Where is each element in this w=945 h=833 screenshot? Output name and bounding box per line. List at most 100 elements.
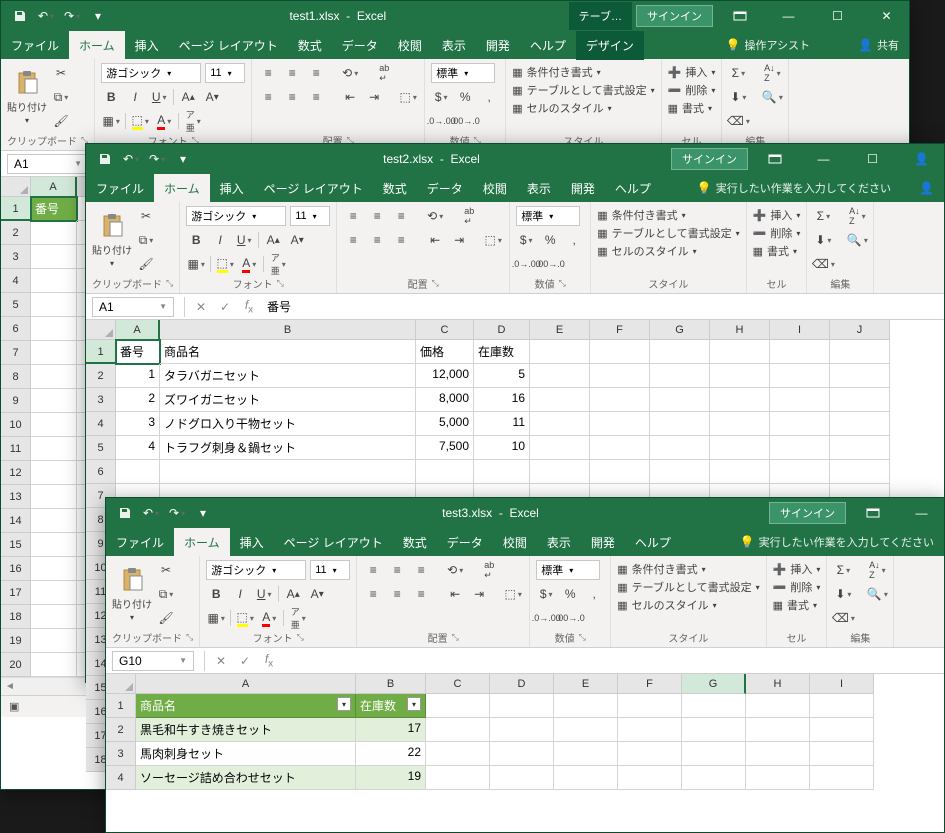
delete-cells-button[interactable]: ➖削除▾ — [753, 224, 801, 242]
header-cell[interactable]: 番号 — [116, 340, 160, 364]
row-header[interactable]: 14 — [1, 509, 31, 533]
col-header[interactable]: B — [160, 320, 416, 340]
cell[interactable] — [618, 718, 682, 742]
row-header[interactable]: 3 — [86, 388, 116, 412]
cell[interactable] — [710, 436, 770, 460]
save-icon[interactable] — [11, 7, 29, 25]
cell[interactable] — [830, 388, 890, 412]
cell[interactable] — [710, 412, 770, 436]
cell[interactable]: ソーセージ詰め合わせセット — [136, 766, 356, 790]
cell[interactable]: 1 — [116, 364, 160, 388]
tab-data[interactable]: データ — [332, 31, 388, 60]
row-header[interactable]: 10 — [1, 413, 31, 437]
increase-decimal-icon[interactable]: .0→.00 — [431, 111, 451, 131]
row-header[interactable]: 16 — [1, 557, 31, 581]
tab-formulas[interactable]: 数式 — [288, 31, 332, 60]
cell[interactable]: トラフグ刺身＆鍋セット — [160, 436, 416, 460]
cell[interactable]: 5,000 — [416, 412, 474, 436]
undo-icon[interactable]: ↶ — [142, 504, 160, 522]
col-header[interactable]: F — [590, 320, 650, 340]
row-header[interactable]: 15 — [1, 533, 31, 557]
font-color-icon[interactable]: A — [259, 608, 279, 628]
cell[interactable] — [710, 364, 770, 388]
cell[interactable] — [416, 460, 474, 484]
cell[interactable]: 3 — [116, 412, 160, 436]
currency-icon[interactable]: $ — [431, 87, 451, 107]
enter-formula-icon[interactable]: ✓ — [213, 300, 237, 314]
row-header[interactable]: 11 — [1, 437, 31, 461]
align-left-icon[interactable]: ≡ — [363, 584, 383, 604]
ribbon-options-icon[interactable] — [850, 498, 895, 528]
col-header[interactable]: B — [356, 674, 426, 694]
cell[interactable] — [490, 718, 554, 742]
col-header[interactable]: D — [490, 674, 554, 694]
cell[interactable]: 10 — [474, 436, 530, 460]
col-header[interactable]: A — [31, 177, 77, 197]
qat-customize-icon[interactable]: ▾ — [194, 504, 212, 522]
undo-icon[interactable]: ↶ — [37, 7, 55, 25]
cell[interactable] — [770, 412, 830, 436]
cell[interactable] — [116, 460, 160, 484]
format-cells-button[interactable]: ▦書式▾ — [668, 99, 716, 117]
grow-font-icon[interactable]: A▴ — [178, 87, 198, 107]
dialog-launcher-icon[interactable]: ⤡ — [452, 632, 459, 643]
align-center-icon[interactable]: ≡ — [282, 87, 302, 107]
row-header[interactable]: 17 — [1, 581, 31, 605]
row-header[interactable]: 9 — [1, 389, 31, 413]
cell[interactable] — [810, 766, 874, 790]
fill-color-icon[interactable]: ⬚ — [235, 608, 255, 628]
col-header[interactable]: A — [136, 674, 356, 694]
border-icon[interactable]: ▦ — [186, 254, 206, 274]
close-button[interactable]: 👤 — [899, 144, 944, 174]
tab-developer[interactable]: 開発 — [561, 174, 605, 203]
cell[interactable] — [746, 742, 810, 766]
number-format-select[interactable]: 標準 ▾ — [536, 560, 600, 580]
sort-filter-icon[interactable]: A↓Z — [867, 560, 887, 580]
tab-help[interactable]: ヘルプ — [625, 528, 681, 557]
font-name-select[interactable]: 游ゴシック ▾ — [101, 63, 201, 83]
tab-formulas[interactable]: 数式 — [373, 174, 417, 203]
row-header[interactable]: 2 — [106, 718, 136, 742]
cell[interactable] — [530, 412, 590, 436]
font-name-select[interactable]: 游ゴシック ▾ — [206, 560, 306, 580]
col-header[interactable]: J — [830, 320, 890, 340]
align-left-icon[interactable]: ≡ — [343, 230, 363, 250]
cell[interactable] — [770, 388, 830, 412]
cell[interactable] — [650, 436, 710, 460]
copy-icon[interactable]: ⧉ — [51, 87, 71, 107]
cell[interactable] — [31, 341, 77, 365]
format-cells-button[interactable]: ▦書式▾ — [753, 242, 801, 260]
grow-font-icon[interactable]: A▴ — [263, 230, 283, 250]
cell[interactable] — [650, 388, 710, 412]
cell[interactable] — [618, 766, 682, 790]
cell[interactable]: 7,500 — [416, 436, 474, 460]
share-icon[interactable]: 👤 — [919, 181, 934, 195]
decrease-indent-icon[interactable]: ⇤ — [340, 87, 360, 107]
comma-icon[interactable]: , — [564, 230, 584, 250]
align-middle-icon[interactable]: ≡ — [282, 63, 302, 83]
cell[interactable] — [830, 460, 890, 484]
tab-view[interactable]: 表示 — [432, 31, 476, 60]
header-cell[interactable]: 商品名 — [160, 340, 416, 364]
cell[interactable] — [650, 460, 710, 484]
paste-button[interactable]: 貼り付け▾ — [7, 69, 47, 125]
cell[interactable] — [770, 340, 830, 364]
cell[interactable] — [31, 605, 77, 629]
fill-color-icon[interactable]: ⬚ — [130, 111, 150, 131]
increase-indent-icon[interactable]: ⇥ — [364, 87, 384, 107]
row-header[interactable]: 5 — [86, 436, 116, 460]
cell[interactable] — [426, 718, 490, 742]
select-all-corner[interactable] — [86, 320, 116, 340]
cell[interactable]: タラバガニセット — [160, 364, 416, 388]
dialog-launcher-icon[interactable]: ⤡ — [166, 278, 173, 289]
orientation-icon[interactable]: ⟲ — [445, 560, 465, 580]
fill-icon[interactable]: ⬇ — [833, 584, 853, 604]
cell[interactable] — [810, 694, 874, 718]
header-cell[interactable]: 価格 — [416, 340, 474, 364]
maximize-button[interactable]: ☐ — [850, 144, 895, 174]
comma-icon[interactable]: , — [584, 584, 604, 604]
font-name-select[interactable]: 游ゴシック ▾ — [186, 206, 286, 226]
filter-icon[interactable]: ▾ — [407, 697, 421, 711]
wrap-text-icon[interactable]: ab↵ — [374, 63, 394, 83]
row-header[interactable]: 6 — [86, 460, 116, 484]
